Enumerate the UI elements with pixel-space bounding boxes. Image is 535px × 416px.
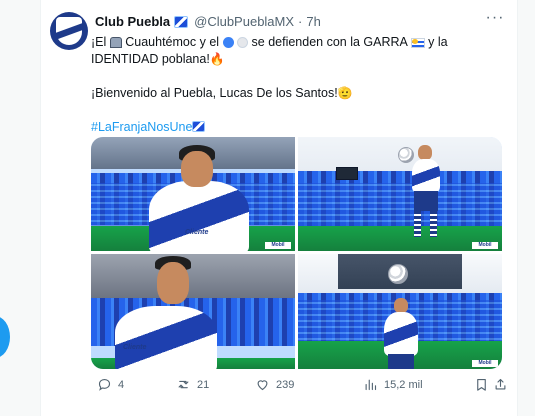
text-segment: ¡Bienvenido al Puebla, Lucas De los Sant… [91, 86, 338, 100]
page-background: Club Puebla @ClubPueblaMX · 7h ··· ¡El C… [0, 0, 535, 416]
stadium-emoji-icon [109, 37, 122, 48]
player-figure: Cliente [143, 145, 253, 251]
bookmark-button[interactable] [474, 377, 489, 392]
views-count: 15,2 mil [384, 378, 423, 391]
tweet-line-3: ¡Bienvenido al Puebla, Lucas De los Sant… [91, 85, 501, 102]
text-segment: y la [428, 35, 448, 49]
photo-1[interactable]: Cliente Mobil [91, 137, 295, 251]
more-options-icon[interactable]: ··· [485, 10, 505, 30]
tweet-header: Club Puebla @ClubPueblaMX · 7h [95, 14, 475, 29]
hashtag-flag-icon [192, 121, 206, 132]
tweet-actions: 4 21 239 15,2 mil [91, 377, 511, 397]
tweet-line-2: IDENTIDAD poblana!🔥 [91, 51, 501, 68]
sock-right [430, 211, 437, 237]
photo-4[interactable]: Mobil [298, 254, 502, 369]
reply-button[interactable]: 4 [97, 377, 124, 392]
user-handle[interactable]: @ClubPueblaMX [194, 14, 294, 29]
jersey [149, 181, 249, 251]
face [418, 145, 432, 160]
display-name[interactable]: Club Puebla [95, 14, 170, 29]
text-segment: Cuauhtémoc y el [125, 35, 220, 49]
photo-3[interactable]: Cliente [91, 254, 295, 369]
shorts [388, 354, 414, 369]
jersey [412, 159, 440, 193]
shorts [414, 191, 438, 211]
adboard: Mobil [472, 360, 498, 367]
views-button[interactable]: 15,2 mil [363, 377, 423, 392]
reply-icon [98, 378, 111, 391]
fire-emoji-icon: 🔥 [209, 52, 225, 66]
retweet-button[interactable]: 21 [176, 377, 209, 392]
text-segment: IDENTIDAD poblana! [91, 52, 210, 66]
retweet-icon [178, 380, 189, 389]
soccer-ball [398, 147, 414, 163]
scoreboard [336, 167, 358, 180]
club-flag-badge-icon [174, 15, 189, 28]
reply-count: 4 [118, 378, 125, 391]
face [181, 151, 213, 187]
sock-left [414, 211, 421, 237]
tweet-line-1: ¡El Cuauhtémoc y el se defienden con la … [91, 34, 501, 51]
tweet-text: ¡El Cuauhtémoc y el se defienden con la … [91, 34, 501, 136]
retweet-count: 21 [197, 378, 210, 391]
share-icon [495, 378, 506, 390]
text-segment: ¡El [91, 35, 107, 49]
like-button[interactable]: 239 [255, 377, 294, 392]
bookmark-icon [477, 378, 486, 391]
photo-2[interactable]: Mobil [298, 137, 502, 251]
adboard: Mobil [265, 242, 291, 249]
club-crest-icon [56, 17, 82, 45]
player-figure [390, 141, 460, 249]
tweet-line-4: #LaFranjaNosUne [91, 119, 501, 136]
player-figure: Cliente [109, 256, 219, 369]
salute-emoji-icon: 🫡 [337, 86, 353, 100]
jersey-sponsor: Cliente [123, 344, 147, 351]
uruguay-flag-emoji-icon [410, 38, 425, 48]
face [157, 262, 189, 304]
soccer-ball [388, 264, 408, 284]
floating-action-button[interactable] [0, 316, 10, 358]
white-circle-emoji-icon [237, 37, 249, 48]
adboard: Mobil [472, 242, 498, 249]
text-segment: se defienden con la GARRA [251, 35, 408, 49]
heart-icon [257, 380, 268, 391]
jersey [115, 306, 217, 369]
blue-circle-emoji-icon [222, 37, 234, 48]
jersey [384, 312, 418, 356]
hashtag-link[interactable]: #LaFranjaNosUne [91, 120, 192, 134]
media-grid: Cliente Mobil Mobil Cliente Mobil [91, 137, 502, 369]
player-figure [376, 298, 426, 369]
timestamp[interactable]: 7h [306, 14, 320, 29]
avatar[interactable] [50, 12, 88, 50]
share-button[interactable] [493, 377, 508, 392]
separator-dot: · [298, 14, 303, 29]
jersey-sponsor: Cliente [185, 229, 209, 236]
like-count: 239 [276, 378, 295, 391]
views-icon [365, 379, 377, 391]
face [394, 298, 408, 313]
